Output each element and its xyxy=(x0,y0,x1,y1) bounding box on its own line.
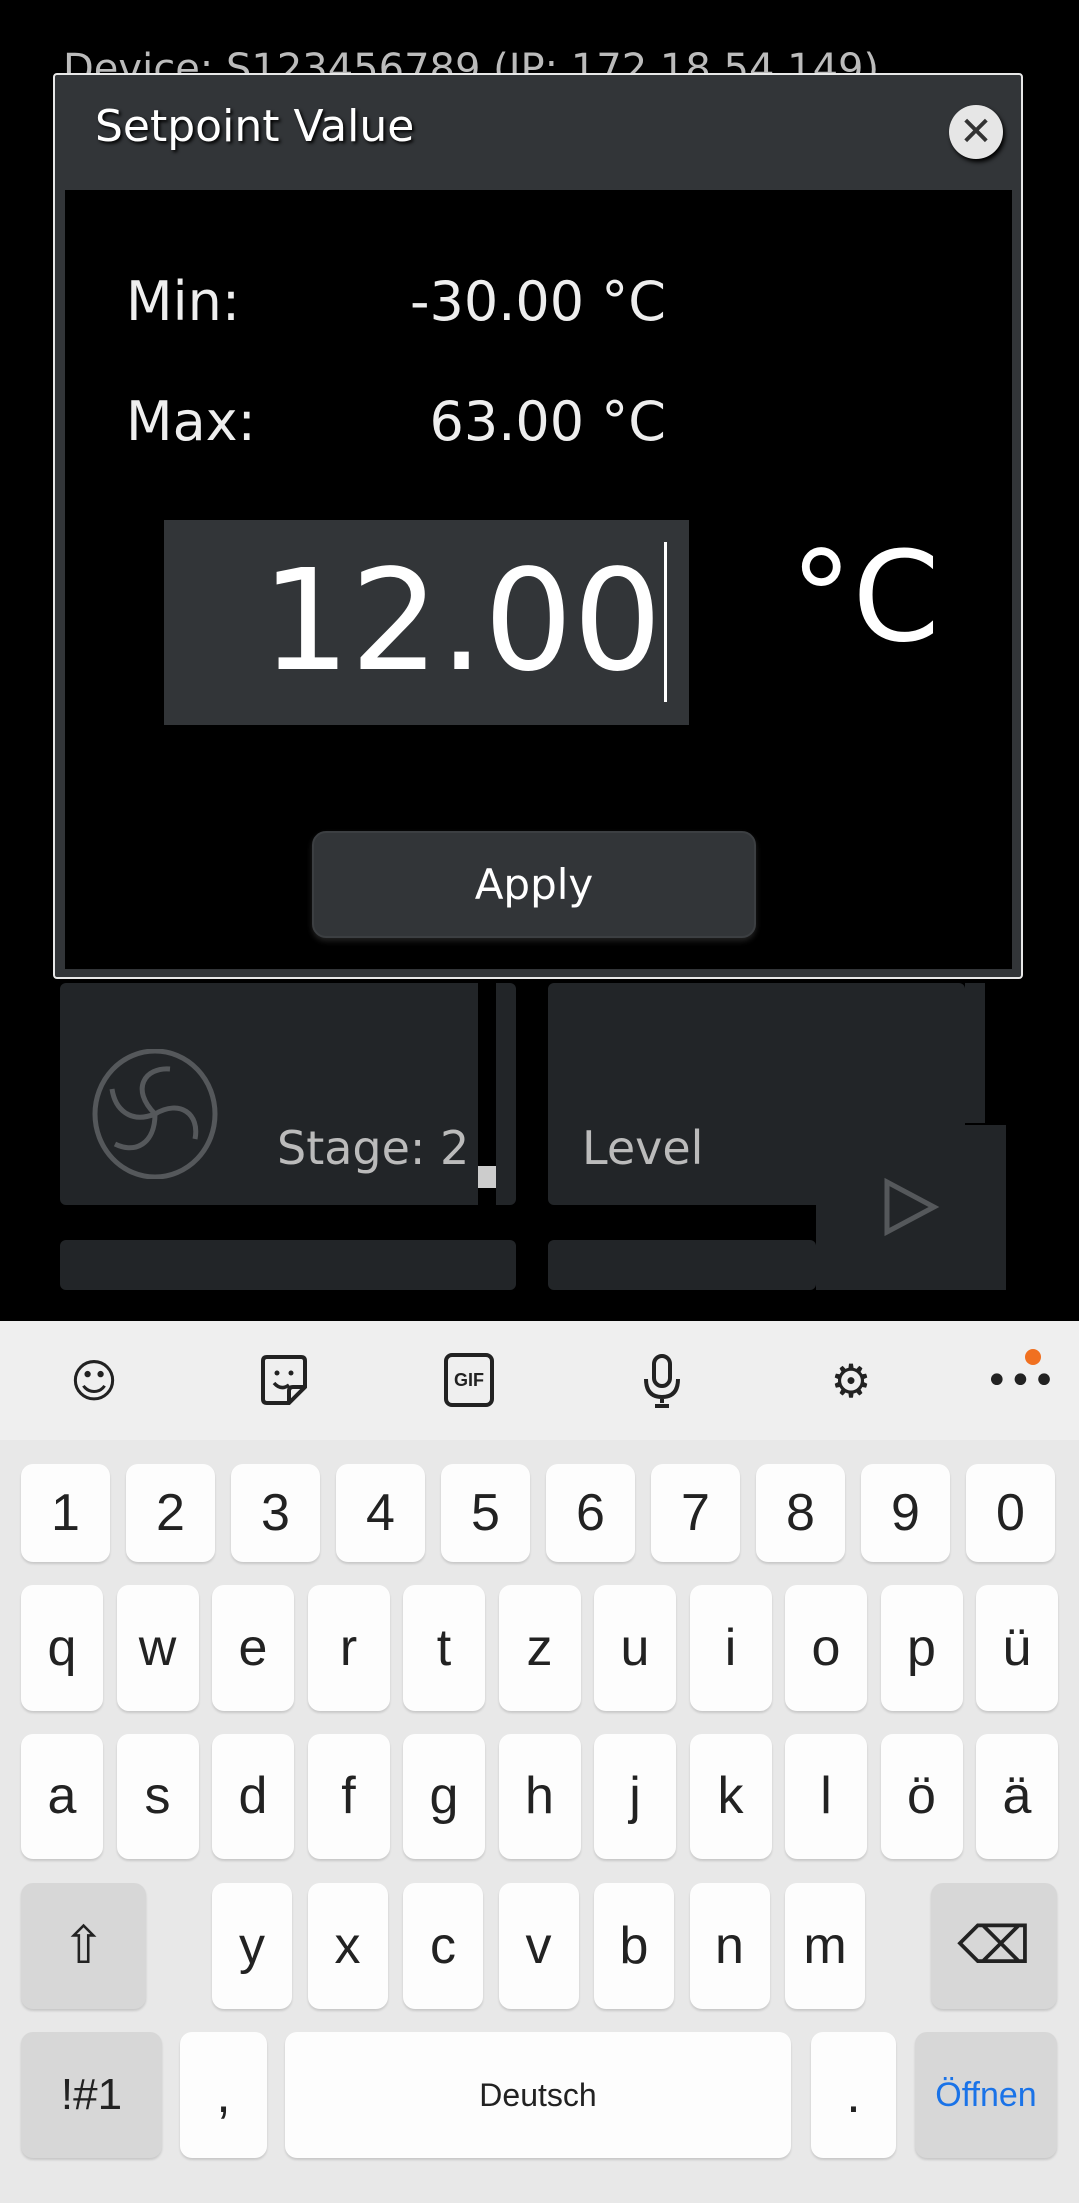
play-icon xyxy=(884,1177,940,1237)
key-t[interactable]: t xyxy=(403,1585,485,1711)
key-c[interactable]: c xyxy=(403,1883,483,2009)
symbols-key[interactable]: !#1 xyxy=(21,2032,162,2158)
emoji-icon[interactable]: ☺ xyxy=(66,1353,122,1409)
key-q[interactable]: q xyxy=(21,1585,103,1711)
key-3[interactable]: 3 xyxy=(231,1464,320,1562)
key-5[interactable]: 5 xyxy=(441,1464,530,1562)
sticker-icon[interactable] xyxy=(256,1353,312,1409)
keyboard-toolbar: ☺ GIF ⚙ ••• xyxy=(0,1321,1079,1440)
setpoint-input[interactable]: 12.00 xyxy=(164,520,689,725)
key-0[interactable]: 0 xyxy=(966,1464,1055,1562)
backspace-key[interactable]: ⌫ xyxy=(931,1883,1057,2009)
key-ü[interactable]: ü xyxy=(976,1585,1058,1711)
microphone-icon[interactable] xyxy=(634,1353,690,1409)
backspace-icon: ⌫ xyxy=(957,1917,1031,1975)
key-n[interactable]: n xyxy=(689,1883,770,2009)
key-e[interactable]: e xyxy=(212,1585,294,1711)
key-u[interactable]: u xyxy=(594,1585,676,1711)
key-8[interactable]: 8 xyxy=(756,1464,845,1562)
gif-label: GIF xyxy=(444,1353,494,1407)
key-o[interactable]: o xyxy=(785,1585,867,1711)
key-7[interactable]: 7 xyxy=(651,1464,740,1562)
key-z[interactable]: z xyxy=(498,1585,581,1711)
key-1[interactable]: 1 xyxy=(21,1464,110,1562)
max-label: Max: xyxy=(126,390,256,453)
key-6[interactable]: 6 xyxy=(546,1464,635,1562)
key-b[interactable]: b xyxy=(594,1883,674,2009)
close-button[interactable]: ✕ xyxy=(949,105,1003,159)
shift-key[interactable]: ⇧ xyxy=(21,1883,146,2009)
min-label: Min: xyxy=(126,270,241,333)
key-m[interactable]: m xyxy=(785,1883,865,2009)
key-period[interactable]: . xyxy=(811,2032,896,2158)
space-key[interactable]: Deutsch xyxy=(285,2032,791,2158)
key-h[interactable]: h xyxy=(498,1734,581,1859)
key-a[interactable]: a xyxy=(21,1734,103,1859)
stage-bar xyxy=(478,1166,496,1188)
notification-dot xyxy=(1025,1349,1041,1365)
shift-icon: ⇧ xyxy=(61,1917,106,1975)
key-ä[interactable]: ä xyxy=(976,1734,1058,1859)
tile[interactable] xyxy=(548,1240,816,1290)
dialog-body: Min: -30.00 °C Max: 63.00 °C 12.00 °C Ap… xyxy=(65,190,1012,969)
key-d[interactable]: d xyxy=(212,1734,294,1859)
fan-icon xyxy=(92,1049,218,1179)
max-value: 63.00 °C xyxy=(429,390,666,453)
dialog-title: Setpoint Value xyxy=(95,101,415,152)
gif-icon[interactable]: GIF xyxy=(444,1353,500,1409)
setpoint-input-value: 12.00 xyxy=(261,542,667,702)
apply-button[interactable]: Apply xyxy=(312,831,756,938)
key-w[interactable]: w xyxy=(116,1585,199,1711)
key-ö[interactable]: ö xyxy=(880,1734,963,1859)
settings-icon[interactable]: ⚙ xyxy=(823,1353,879,1409)
key-p[interactable]: p xyxy=(880,1585,963,1711)
key-f[interactable]: f xyxy=(307,1734,390,1859)
tile[interactable] xyxy=(60,1240,516,1290)
key-g[interactable]: g xyxy=(403,1734,485,1859)
key-j[interactable]: j xyxy=(594,1734,676,1859)
key-k[interactable]: k xyxy=(689,1734,772,1859)
key-i[interactable]: i xyxy=(689,1585,772,1711)
key-2[interactable]: 2 xyxy=(126,1464,215,1562)
unit-label: °C xyxy=(790,525,940,670)
key-x[interactable]: x xyxy=(307,1883,388,2009)
play-button[interactable] xyxy=(816,1125,1006,1290)
setpoint-dialog: Setpoint Value ✕ Min: -30.00 °C Max: 63.… xyxy=(53,73,1023,979)
min-value: -30.00 °C xyxy=(410,270,666,333)
key-v[interactable]: v xyxy=(498,1883,579,2009)
key-l[interactable]: l xyxy=(785,1734,867,1859)
fan-stage-tile[interactable]: Stage: 2 xyxy=(60,983,516,1205)
level-label: Level xyxy=(582,1121,704,1175)
more-icon[interactable]: ••• xyxy=(985,1349,1056,1409)
key-s[interactable]: s xyxy=(116,1734,199,1859)
key-y[interactable]: y xyxy=(212,1883,292,2009)
keyboard: ☺ GIF ⚙ ••• 1234567890 qwertzuiopü asdfghj… xyxy=(0,1321,1079,2203)
key-4[interactable]: 4 xyxy=(336,1464,425,1562)
stage-label: Stage: 2 xyxy=(277,1121,470,1175)
key-r[interactable]: r xyxy=(307,1585,390,1711)
key-9[interactable]: 9 xyxy=(861,1464,950,1562)
key-comma[interactable]: , xyxy=(180,2032,267,2158)
close-icon: ✕ xyxy=(959,109,993,155)
enter-key[interactable]: Öffnen xyxy=(915,2032,1057,2158)
